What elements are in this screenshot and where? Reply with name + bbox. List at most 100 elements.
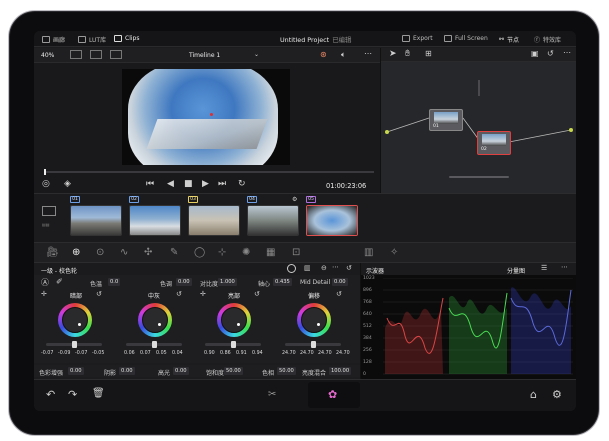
clip-filter-icon[interactable]: ▤▤ — [42, 222, 50, 227]
hue-value[interactable]: 50.00 — [277, 367, 296, 375]
saturation-value[interactable]: 50.00 — [224, 367, 243, 375]
playhead-scrubber[interactable] — [44, 169, 374, 175]
window-icon[interactable]: ◯ — [194, 247, 205, 258]
gamma-wheel[interactable] — [138, 303, 172, 337]
pivot-value[interactable]: 0.435 — [273, 278, 292, 286]
wheels-mode-icon[interactable] — [287, 264, 296, 273]
settings-icon[interactable]: ⚙ — [552, 388, 562, 401]
video-frame[interactable] — [122, 69, 290, 165]
qualifier-icon[interactable]: ✎ — [170, 247, 178, 258]
color-wheel-icon[interactable]: ⊛ — [320, 50, 327, 59]
clip-thumb-02[interactable] — [129, 205, 181, 236]
lift-wheel[interactable] — [58, 303, 92, 337]
reset-icon[interactable]: ↺ — [96, 290, 102, 298]
loop-icon[interactable]: ↻ — [238, 179, 246, 189]
audio-icon[interactable]: 🔈︎ — [341, 50, 346, 60]
layers-icon[interactable]: ◈ — [64, 179, 71, 189]
node-tree-icon[interactable]: ⊞ — [425, 49, 432, 58]
zoom-level[interactable]: 40% — [41, 52, 54, 59]
reset-icon[interactable]: ↺ — [336, 290, 342, 298]
undo-icon[interactable]: ↶ — [46, 388, 55, 401]
trash-icon[interactable]: 🗑︎ — [92, 388, 105, 399]
bars-mode-icon[interactable]: ▥ — [304, 264, 311, 272]
highlights-value[interactable]: 0.00 — [173, 367, 189, 375]
scope-settings-icon[interactable]: ☰ — [541, 264, 547, 272]
more-icon[interactable]: ⋯ — [563, 48, 571, 57]
reset-icon[interactable]: ↺ — [254, 290, 260, 298]
chevron-down-icon[interactable]: ⌄ — [254, 51, 259, 58]
temp-value[interactable]: 0.0 — [108, 278, 121, 286]
layout-split-icon[interactable] — [90, 50, 102, 59]
export-button[interactable]: Export — [402, 35, 433, 42]
cut-page-icon[interactable]: ✂ — [268, 389, 276, 400]
lut-button[interactable]: LUT库 — [78, 35, 106, 44]
playhead-handle[interactable] — [44, 169, 46, 175]
offset-wheel[interactable] — [297, 303, 331, 337]
gain-master-slider[interactable] — [205, 341, 261, 348]
key-icon[interactable]: ▦ — [266, 247, 275, 258]
lum-mix-value[interactable]: 100.00 — [329, 367, 352, 375]
media-button[interactable]: 画廊 — [42, 35, 65, 44]
clip-settings-icon[interactable]: ⚙ — [292, 196, 297, 203]
offset-master-slider[interactable] — [285, 341, 341, 348]
hand-icon[interactable]: ✋︎ — [405, 49, 410, 59]
tracker-icon[interactable]: ⊹ — [218, 247, 226, 258]
magic-mask-icon[interactable]: ✧ — [390, 247, 398, 258]
reset-icon[interactable]: ↺ — [346, 264, 352, 272]
color-boost-value[interactable]: 0.00 — [68, 367, 84, 375]
layout-compare-icon[interactable] — [110, 50, 122, 59]
nodes-button[interactable]: ⚯ 节点 — [499, 35, 519, 44]
scope-mode[interactable]: 分量图 — [507, 266, 525, 275]
timeline-name[interactable]: Timeline 1 — [189, 52, 220, 59]
tint-value[interactable]: 0.00 — [176, 278, 192, 286]
auto-balance-icon[interactable]: Ⓐ — [41, 277, 49, 288]
node-01[interactable]: 01 — [429, 109, 463, 131]
gamma-master-slider[interactable] — [126, 341, 182, 348]
gain-wheel[interactable] — [217, 303, 251, 337]
more-icon[interactable]: ⋯ — [364, 49, 372, 58]
node-graph[interactable] — [381, 62, 576, 193]
clip-thumb-03[interactable] — [188, 205, 240, 236]
eyedropper-icon[interactable]: ✐ — [56, 277, 63, 286]
viewer-options-icon[interactable]: ◎ — [42, 179, 50, 189]
color-wheels-tool-icon[interactable]: ⊕ — [72, 247, 80, 258]
timeline-icon[interactable] — [42, 206, 56, 216]
home-icon[interactable]: ⌂ — [530, 388, 537, 401]
scopes-icon[interactable]: ▥ — [364, 247, 373, 258]
effects-button[interactable]: ⓕ 特效库 — [534, 35, 561, 44]
more-icon[interactable]: ⋯ — [561, 263, 568, 271]
shadows-value[interactable]: 0.00 — [119, 367, 135, 375]
camera-raw-icon[interactable]: 🎥︎ — [46, 247, 59, 258]
reset-icon[interactable]: ↺ — [176, 290, 182, 298]
redo-icon[interactable]: ↷ — [68, 388, 77, 401]
color-warper-icon[interactable]: ✣ — [144, 247, 152, 258]
lift-master-slider[interactable] — [46, 341, 102, 348]
sizing-icon[interactable]: ⊡ — [292, 247, 300, 258]
pointer-icon[interactable]: ➤ — [389, 49, 397, 59]
clip-thumb-04[interactable] — [247, 205, 299, 236]
image-icon[interactable]: ▣ — [531, 49, 539, 58]
clip-thumb-05[interactable] — [306, 205, 358, 236]
more-icon[interactable]: ⋯ — [332, 263, 339, 271]
fullscreen-button[interactable]: Full Screen — [444, 35, 488, 42]
color-page-tab[interactable]: ✿ — [308, 382, 360, 408]
stop-icon[interactable]: ■ — [184, 179, 193, 189]
log-mode-icon[interactable]: ⊖ — [321, 264, 327, 272]
mid-detail-value[interactable]: 0.00 — [332, 278, 348, 286]
node-scrollbar[interactable] — [449, 176, 509, 178]
node-02[interactable]: 02 — [477, 131, 511, 155]
crosshair-icon[interactable]: ✛ — [200, 290, 206, 298]
contrast-value[interactable]: 1.000 — [218, 278, 237, 286]
clip-thumb-01[interactable] — [70, 205, 122, 236]
blur-icon[interactable]: ✺ — [242, 247, 250, 258]
refresh-icon[interactable]: ↺ — [547, 49, 554, 58]
play-icon[interactable]: ▶ — [202, 179, 209, 189]
curves-icon[interactable]: ∿ — [120, 247, 128, 258]
clips-button[interactable]: Clips — [114, 35, 139, 42]
layout-single-icon[interactable] — [70, 50, 82, 59]
crosshair-icon[interactable]: ✛ — [41, 290, 47, 298]
hdr-icon[interactable]: ⊙ — [96, 247, 104, 258]
step-back-icon[interactable]: ◀ — [167, 179, 174, 189]
skip-forward-icon[interactable]: ⏭ — [218, 179, 226, 189]
skip-back-icon[interactable]: ⏮ — [146, 179, 154, 189]
